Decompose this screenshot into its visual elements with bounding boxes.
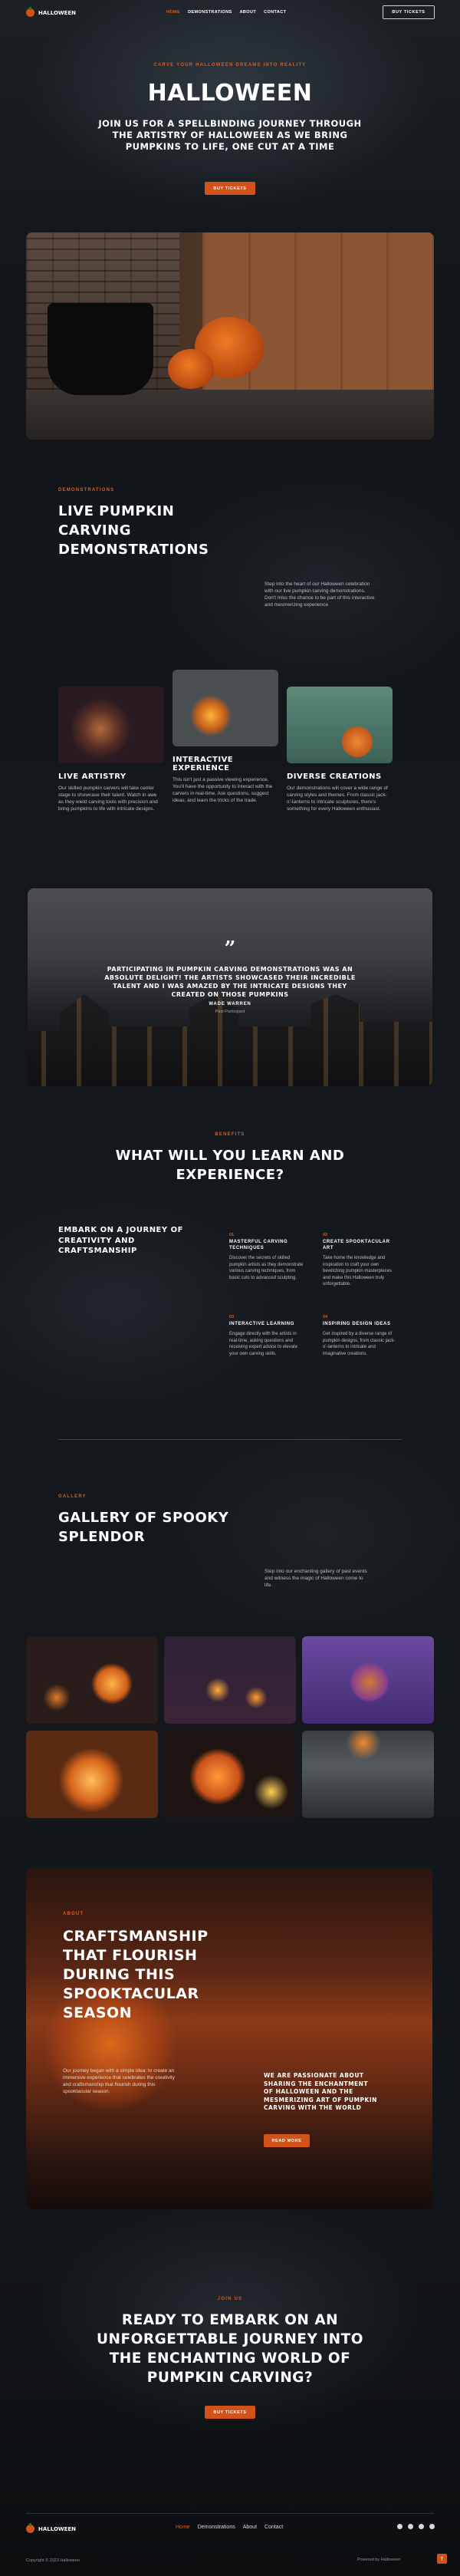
cta-kicker: JOIN US	[217, 2297, 243, 2301]
nav-home[interactable]: HOME	[166, 10, 180, 15]
youtube-icon[interactable]	[429, 2524, 435, 2529]
footer-nav-demonstrations[interactable]: Demonstrations	[198, 2525, 235, 2530]
footer-divider	[26, 2513, 434, 2514]
instagram-icon[interactable]	[419, 2524, 424, 2529]
logo-text: HALLOWEEN	[38, 2525, 77, 2532]
about-banner	[26, 1868, 432, 2209]
hero-kicker: CARVE YOUR HALLOWEEN DREAMS INTO REALITY	[153, 63, 307, 68]
demo-card-diverse-creations: DIVERSE CREATIONS Our demonstrations wil…	[287, 687, 393, 812]
pumpkins-photo	[287, 687, 393, 763]
benefit-number: 03	[229, 1315, 235, 1319]
cta-title: READY TO EMBARK ON AN UNFORGETTABLE JOUR…	[97, 2312, 363, 2386]
demonstrations-title: LIVE PUMPKIN CARVING DEMONSTRATIONS	[58, 503, 209, 558]
benefit-title: MASTERFUL CARVING TECHNIQUES	[229, 1240, 288, 1250]
about-body: Our journey began with a simple idea: to…	[63, 2068, 175, 2094]
carver-photo	[58, 687, 164, 763]
site-header: HALLOWEEN HOME DEMONSTRATIONS ABOUT CONT…	[0, 0, 460, 26]
benefit-item: 03 INTERACTIVE LEARNING Engage directly …	[229, 1315, 306, 1357]
gallery-photo-1[interactable]	[26, 1636, 158, 1724]
gallery-photo-2[interactable]	[164, 1636, 296, 1724]
about-right-heading: WE ARE PASSIONATE ABOUT SHARING THE ENCH…	[264, 2072, 377, 2111]
hero-title: HALLOWEEN	[147, 80, 313, 107]
hero-buy-tickets-button[interactable]: BUY TICKETS	[205, 182, 255, 195]
benefit-title: CREATE SPOOKTACULAR ART	[323, 1240, 390, 1250]
about-title: CRAFTSMANSHIP THAT FLOURISH DURING THIS …	[63, 1928, 209, 2021]
benefit-text: Get inspired by a diverse range of pumpk…	[323, 1332, 396, 1356]
logo[interactable]: HALLOWEEN	[26, 7, 77, 17]
copyright-text: Copyright © 2023 Halloween	[26, 2558, 80, 2563]
demo-card-title: DIVERSE CREATIONS	[287, 772, 382, 781]
demonstrations-description: Step into the heart of our Halloween cel…	[264, 581, 375, 608]
gallery-photo-4[interactable]	[26, 1731, 158, 1818]
pumpkin-logo-icon	[26, 2523, 34, 2533]
benefit-number: 02	[323, 1233, 328, 1237]
section-divider	[58, 1439, 402, 1440]
scroll-to-top-button[interactable]: ↑	[437, 2554, 447, 2564]
gallery-kicker: GALLERY	[58, 1494, 87, 1499]
cta-buy-tickets-button[interactable]: BUY TICKETS	[205, 2406, 255, 2419]
testimonial-quote: PARTICIPATING IN PUMPKIN CARVING DEMONST…	[104, 966, 356, 998]
hero-subtitle: JOIN US FOR A SPELLBINDING JOURNEY THROU…	[98, 118, 362, 152]
demo-card-text: This isn't just a passive viewing experi…	[172, 777, 273, 803]
read-more-button[interactable]: READ MORE	[264, 2134, 310, 2147]
demo-card-text: Our skilled pumpkin carvers will take ce…	[58, 786, 158, 812]
demo-card-live-artistry: LIVE ARTISTRY Our skilled pumpkin carver…	[58, 687, 164, 812]
powered-by-text: Powered by Halloween	[357, 2558, 401, 2562]
benefits-kicker: BENEFITS	[215, 1132, 245, 1137]
demo-card-title: INTERACTIVE EXPERIENCE	[172, 756, 234, 772]
footer-nav-home[interactable]: Home	[176, 2525, 190, 2530]
benefit-item: 01 MASTERFUL CARVING TECHNIQUES Discover…	[229, 1233, 306, 1281]
main-nav: HOME DEMONSTRATIONS ABOUT CONTACT	[166, 10, 286, 15]
testimonial-role: Past Participant	[215, 1010, 245, 1014]
gallery-description: Step into our enchanting gallery of past…	[264, 1569, 367, 1588]
cauldron	[48, 303, 153, 395]
quote-icon: ”	[224, 937, 236, 960]
haunted-mansion	[28, 994, 432, 1086]
benefit-text: Take home the knowledge and inspiration …	[323, 1256, 393, 1286]
benefit-number: 01	[229, 1233, 235, 1237]
benefit-title: INTERACTIVE LEARNING	[229, 1322, 295, 1326]
twitter-icon[interactable]	[408, 2524, 413, 2529]
gallery-photo-5[interactable]	[164, 1731, 296, 1818]
benefit-item: 04 INSPIRING DESIGN IDEAS Get inspired b…	[323, 1315, 399, 1357]
lantern-photo	[172, 670, 278, 746]
gallery-photo-6[interactable]	[302, 1731, 434, 1818]
nav-about[interactable]: ABOUT	[240, 10, 257, 15]
footer-logo[interactable]: HALLOWEEN	[26, 2523, 77, 2533]
gallery-photo-3[interactable]	[302, 1636, 434, 1724]
facebook-icon[interactable]	[397, 2524, 402, 2529]
jack-o-lantern-small	[168, 349, 214, 389]
stone-step	[26, 390, 434, 440]
gallery-title: GALLERY OF SPOOKY SPLENDOR	[58, 1510, 229, 1545]
benefit-number: 04	[323, 1315, 328, 1319]
demo-card-title: LIVE ARTISTRY	[58, 772, 127, 781]
benefits-title: WHAT WILL YOU LEARN AND EXPERIENCE?	[115, 1148, 345, 1183]
hero-image	[26, 232, 434, 440]
testimonial-author: WADE WARREN	[209, 1002, 251, 1006]
footer-nav-about[interactable]: About	[243, 2525, 257, 2530]
benefits-lead: EMBARK ON A JOURNEY OF CREATIVITY AND CR…	[58, 1226, 183, 1255]
demonstrations-kicker: DEMONSTRATIONS	[58, 488, 115, 492]
header-buy-tickets-button[interactable]: BUY TICKETS	[383, 5, 435, 19]
benefit-text: Engage directly with the artists in real…	[229, 1332, 298, 1356]
benefit-title: INSPIRING DESIGN IDEAS	[323, 1322, 391, 1326]
footer-nav: Home Demonstrations About Contact	[176, 2525, 283, 2530]
pumpkin-logo-icon	[26, 7, 34, 17]
nav-demonstrations[interactable]: DEMONSTRATIONS	[188, 10, 232, 15]
benefit-text: Discover the secrets of skilled pumpkin …	[229, 1256, 304, 1280]
demo-card-text: Our demonstrations will cover a wide ran…	[287, 786, 388, 812]
about-kicker: ABOUT	[63, 1912, 84, 1916]
benefit-item: 02 CREATE SPOOKTACULAR ART Take home the…	[323, 1233, 399, 1288]
demo-card-interactive-experience: INTERACTIVE EXPERIENCE This isn't just a…	[172, 670, 278, 804]
logo-text: HALLOWEEN	[38, 9, 77, 16]
footer-nav-contact[interactable]: Contact	[264, 2525, 283, 2530]
social-links	[397, 2524, 435, 2529]
nav-contact[interactable]: CONTACT	[264, 10, 286, 15]
